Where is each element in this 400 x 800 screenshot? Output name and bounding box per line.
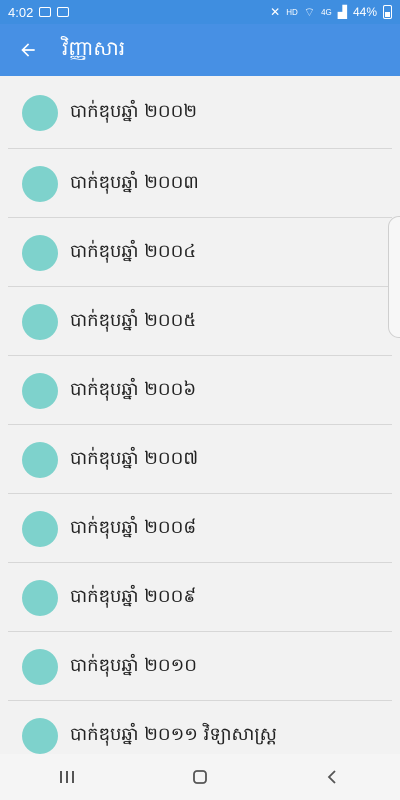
list-item-label: បាក់ឌុបឆ្នាំ ២០១១ វិទ្យាសាស្ត្រ	[70, 724, 277, 745]
book-reading-icon	[22, 372, 58, 409]
list-item-label: បាក់ឌុបឆ្នាំ ២០០៧	[70, 448, 199, 469]
list-item-label: បាក់ឌុបឆ្នាំ ២០០៩	[70, 586, 197, 607]
list-item-label: បាក់ឌុបឆ្នាំ ២០១០	[70, 655, 198, 676]
status-time: 4:02	[8, 4, 34, 20]
arrow-left-icon	[21, 43, 35, 57]
page-title: វិញ្ញាសារ	[62, 36, 126, 60]
notification-icon	[57, 7, 70, 17]
book-reading-icon	[22, 648, 58, 685]
book-reading-icon	[22, 441, 58, 478]
book-reading-icon	[22, 717, 58, 754]
recent-apps-icon	[59, 771, 74, 783]
mute-icon: ✕	[270, 5, 281, 19]
status-bar: 4:02 ✕ HD ⌔ 4G ▟ 44%	[0, 0, 400, 24]
list-item-label: បាក់ឌុបឆ្នាំ ២០០២	[70, 101, 198, 122]
back-nav-button[interactable]	[313, 757, 353, 797]
book-reading-icon	[22, 579, 58, 616]
book-reading-icon	[22, 303, 58, 340]
book-reading-icon	[22, 94, 58, 131]
wifi-icon: ⌔	[303, 4, 316, 19]
list-item[interactable]: បាក់ឌុបឆ្នាំ ២០០៤	[0, 218, 400, 287]
mail-icon	[39, 7, 52, 17]
battery-icon	[383, 5, 392, 19]
hd-label: HD	[286, 7, 298, 17]
navigation-bar	[0, 754, 400, 800]
back-chevron-icon	[328, 770, 336, 784]
list-item-label: បាក់ឌុបឆ្នាំ ២០០៥	[70, 310, 197, 331]
recent-apps-button[interactable]	[47, 757, 87, 797]
list-item[interactable]: បាក់ឌុបឆ្នាំ ២០០៣	[0, 149, 400, 218]
list-item[interactable]: បាក់ឌុបឆ្នាំ ២០០៧	[0, 425, 400, 494]
book-reading-icon	[22, 510, 58, 547]
list-item[interactable]: បាក់ឌុបឆ្នាំ ២០០២	[0, 76, 400, 149]
book-reading-icon	[22, 234, 58, 271]
back-button[interactable]	[0, 24, 56, 76]
network-label: 4G	[321, 7, 332, 17]
home-button[interactable]	[180, 757, 220, 797]
list-item[interactable]: បាក់ឌុបឆ្នាំ ២០១១ វិទ្យាសាស្ត្រ	[0, 701, 400, 754]
list-item[interactable]: បាក់ឌុបឆ្នាំ ២០០៦	[0, 356, 400, 425]
home-icon	[193, 770, 207, 784]
list-item[interactable]: បាក់ឌុបឆ្នាំ ២០១០	[0, 632, 400, 701]
list-item[interactable]: បាក់ឌុបឆ្នាំ ២០០៥	[0, 287, 400, 356]
battery-percent: 44%	[352, 5, 377, 19]
book-reading-icon	[22, 165, 58, 202]
list-item-label: បាក់ឌុបឆ្នាំ ២០០៨	[70, 517, 197, 538]
list-item-label: បាក់ឌុបឆ្នាំ ២០០៦	[70, 379, 197, 400]
signal-icon: ▟	[337, 5, 347, 19]
list-item-label: បាក់ឌុបឆ្នាំ ២០០៣	[70, 172, 199, 193]
list-item[interactable]: បាក់ឌុបឆ្នាំ ២០០៩	[0, 563, 400, 632]
scroll-hint[interactable]	[388, 216, 400, 338]
exam-list: បាក់ឌុបឆ្នាំ ២០០២ បាក់ឌុបឆ្នាំ ២០០៣ បាក់…	[0, 76, 400, 754]
list-item-label: បាក់ឌុបឆ្នាំ ២០០៤	[70, 241, 197, 262]
list-item[interactable]: បាក់ឌុបឆ្នាំ ២០០៨	[0, 494, 400, 563]
app-bar: វិញ្ញាសារ	[0, 24, 400, 76]
